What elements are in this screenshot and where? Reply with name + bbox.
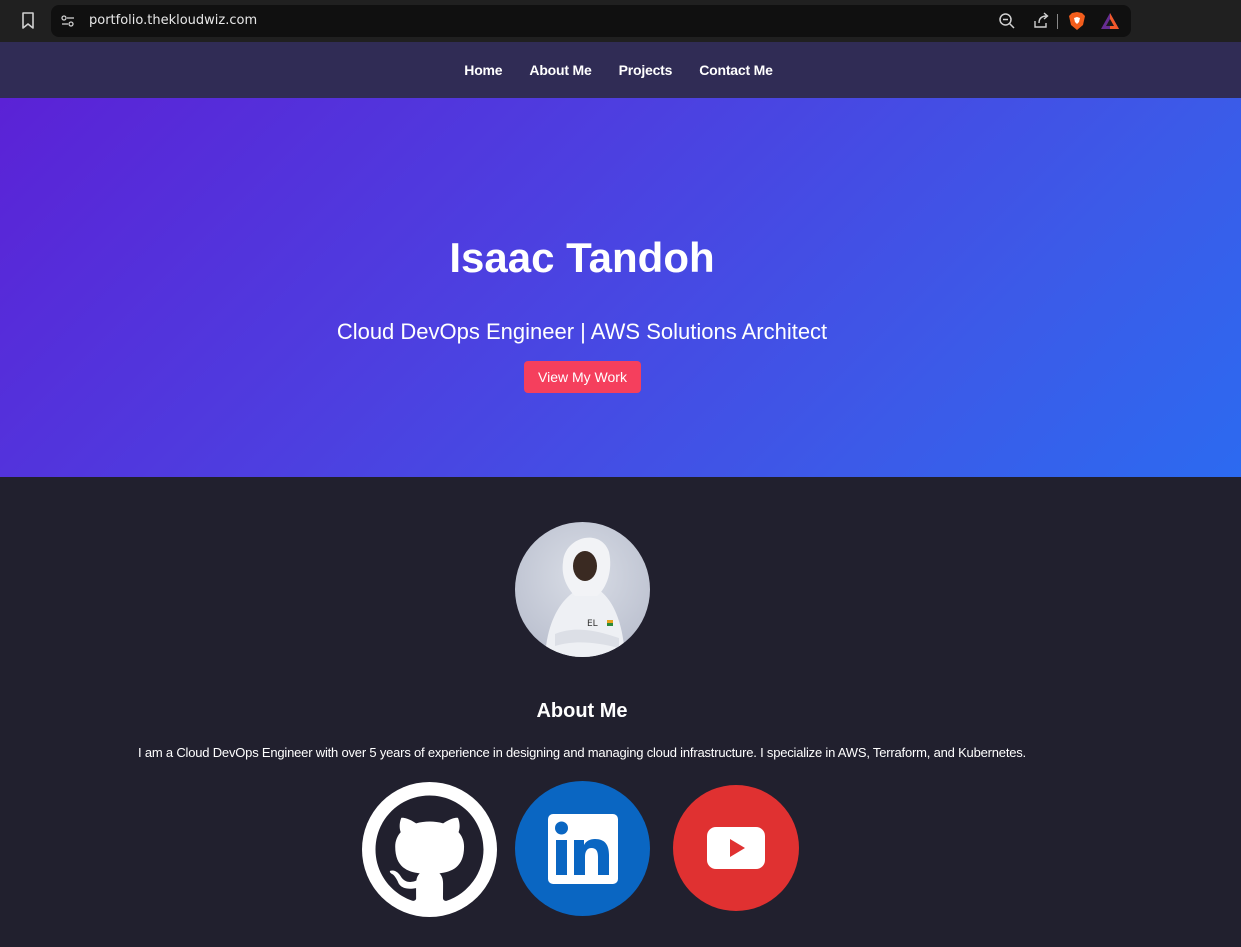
youtube-link[interactable] (673, 785, 799, 911)
view-my-work-button[interactable]: View My Work (524, 361, 641, 393)
nav-contact-me[interactable]: Contact Me (699, 62, 773, 78)
hero-name: Isaac Tandoh (449, 234, 715, 281)
nav-links: Home About Me Projects Contact Me (0, 42, 1241, 98)
nav-projects[interactable]: Projects (619, 62, 673, 78)
hero-title: Cloud DevOps Engineer | AWS Solutions Ar… (336, 319, 828, 344)
brave-rewards-icon[interactable] (1100, 11, 1120, 31)
address-bar[interactable]: portfolio.thekloudwiz.com (51, 5, 1131, 37)
toolbar-divider (1057, 14, 1058, 29)
browser-toolbar: portfolio.thekloudwiz.com (0, 0, 1241, 42)
about-heading: About Me (536, 700, 628, 722)
linkedin-icon (547, 813, 618, 884)
github-link[interactable] (362, 782, 497, 917)
url-text[interactable]: portfolio.thekloudwiz.com (89, 13, 257, 28)
share-icon[interactable] (1031, 11, 1051, 31)
nav-about-me[interactable]: About Me (529, 62, 591, 78)
site-nav: Home About Me Projects Contact Me (0, 42, 1241, 98)
hero-section: Isaac Tandoh Cloud DevOps Engineer | AWS… (0, 98, 1241, 477)
zoom-out-icon[interactable] (997, 11, 1017, 31)
linkedin-link[interactable] (515, 781, 650, 916)
bookmark-icon[interactable] (18, 10, 38, 32)
github-icon (375, 795, 484, 901)
avatar: EL (515, 522, 650, 657)
youtube-icon (707, 827, 765, 869)
about-text: I am a Cloud DevOps Engineer with over 5… (138, 745, 1026, 760)
brave-shields-icon[interactable] (1067, 11, 1087, 31)
nav-home[interactable]: Home (464, 62, 502, 78)
site-settings-icon[interactable] (59, 12, 77, 30)
svg-text:EL: EL (587, 619, 598, 629)
